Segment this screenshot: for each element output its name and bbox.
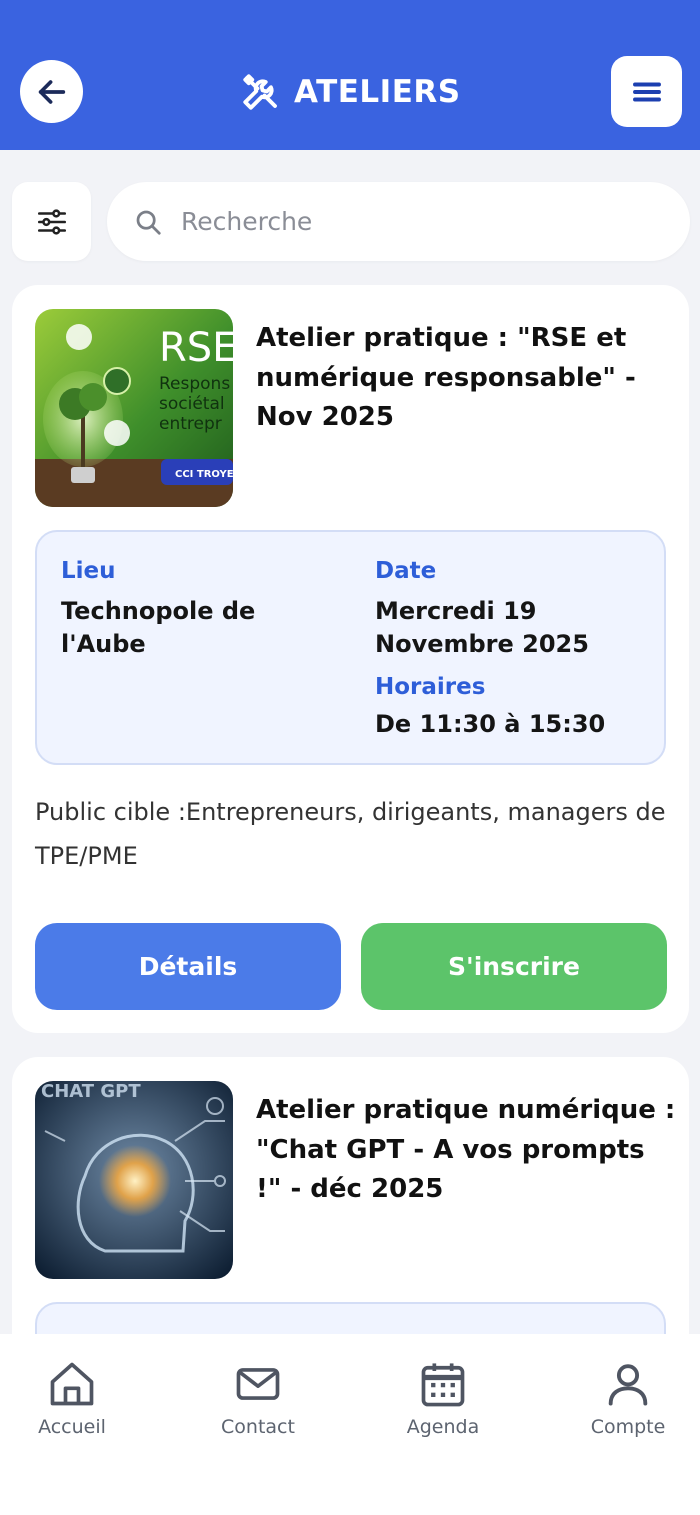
filter-button[interactable] <box>12 182 91 261</box>
thumb-title: RSE <box>159 325 233 371</box>
rse-thumbnail-image: RSE Respons sociétal entrepr CCI TROYE <box>35 309 233 507</box>
svg-text:entrepr: entrepr <box>159 414 222 434</box>
page-title: ATELIERS <box>294 74 461 110</box>
search-icon <box>136 210 161 235</box>
hamburger-menu-icon <box>632 82 661 101</box>
nav-item-accueil[interactable]: Accueil <box>2 1358 142 1438</box>
workshop-title: Atelier pratique : "RSE et numérique res… <box>256 323 636 432</box>
horaires-value: De 11:30 à 15:30 <box>375 710 606 738</box>
mail-icon <box>236 1368 280 1400</box>
target-audience: Public cible :Entrepreneurs, dirigeants,… <box>35 798 666 870</box>
nav-label: Accueil <box>38 1416 106 1438</box>
workshop-thumbnail: CHAT GPT <box>35 1081 233 1279</box>
bottom-nav: Accueil Contact Agenda Compte <box>0 1334 700 1515</box>
svg-text:sociétal: sociétal <box>159 394 225 414</box>
nav-item-contact[interactable]: Contact <box>188 1358 328 1438</box>
nav-label: Compte <box>590 1416 666 1438</box>
date-value: Mercredi 19 Novembre 2025 <box>375 597 589 658</box>
workshop-title: Atelier pratique numérique : "Chat GPT -… <box>256 1095 676 1204</box>
arrow-left-icon <box>38 79 65 104</box>
workshop-info-box: Lieu Technopole de l'Aube Date Mercredi … <box>35 530 666 765</box>
svg-text:CHAT GPT: CHAT GPT <box>41 1081 141 1102</box>
nav-label: Agenda <box>406 1416 480 1438</box>
nav-item-agenda[interactable]: Agenda <box>373 1358 513 1438</box>
lieu-label: Lieu <box>61 558 116 584</box>
nav-item-compte[interactable]: Compte <box>558 1358 698 1438</box>
header-title-group: ATELIERS <box>240 70 461 114</box>
workshop-thumbnail: RSE Respons sociétal entrepr CCI TROYE <box>35 309 233 507</box>
svg-text:CCI TROYE: CCI TROYE <box>175 469 233 480</box>
user-icon <box>608 1364 648 1406</box>
search-bar[interactable] <box>107 182 690 261</box>
workshop-card[interactable]: RSE Respons sociétal entrepr CCI TROYE A… <box>12 285 689 1033</box>
details-button[interactable]: Détails <box>35 923 341 1010</box>
tools-icon <box>243 74 277 110</box>
app-header: ATELIERS <box>0 0 700 150</box>
search-input[interactable] <box>181 207 651 236</box>
lieu-value: Technopole de l'Aube <box>61 597 256 658</box>
chatgpt-thumbnail-image: CHAT GPT <box>35 1081 233 1279</box>
menu-button[interactable] <box>611 56 682 127</box>
sliders-icon <box>37 208 66 235</box>
svg-text:Respons: Respons <box>159 374 230 394</box>
signup-button[interactable]: S'inscrire <box>361 923 667 1010</box>
back-button[interactable] <box>20 60 83 123</box>
calendar-icon <box>421 1363 465 1407</box>
date-label: Date <box>375 558 437 584</box>
horaires-label: Horaires <box>375 674 486 700</box>
nav-label: Contact <box>221 1416 295 1438</box>
home-icon <box>50 1362 94 1406</box>
